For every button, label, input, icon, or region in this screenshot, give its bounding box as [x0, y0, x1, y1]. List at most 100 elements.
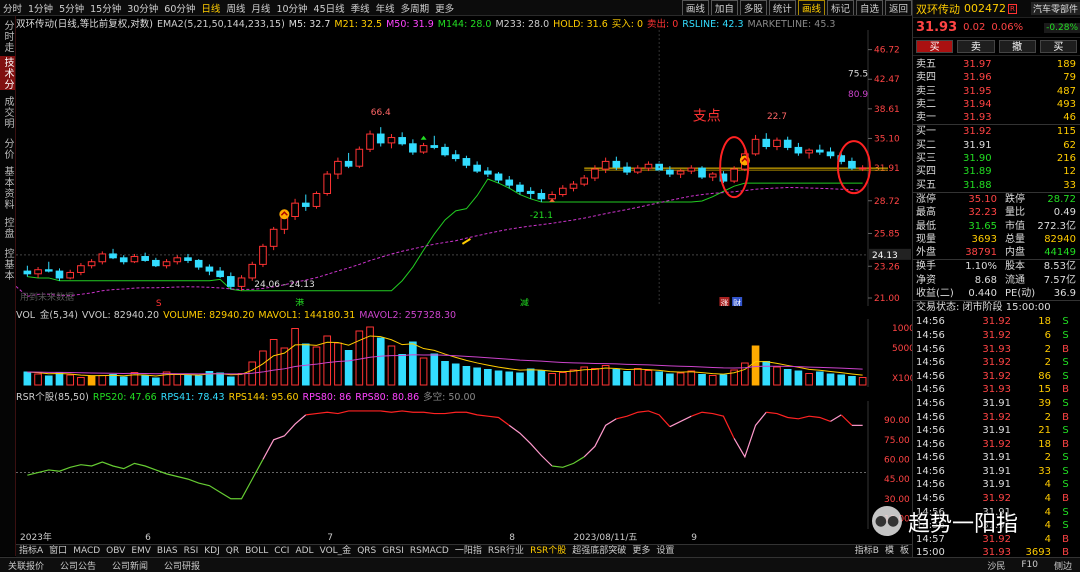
- period-tab[interactable]: 日线: [198, 1, 223, 15]
- candle-body: [484, 170, 492, 175]
- indicator-tab[interactable]: 一阳指: [452, 545, 485, 557]
- indicator-tab[interactable]: 指标A: [16, 545, 46, 557]
- indicator-tab[interactable]: RSR行业: [485, 545, 527, 557]
- stock-tag: R: [1008, 3, 1017, 14]
- rsr-chart[interactable]: 90.0075.0060.0045.0030.0015.00: [16, 401, 912, 529]
- volume-chart[interactable]: 10000 5000 X100: [16, 319, 912, 387]
- status-right-item[interactable]: 侧边: [1046, 559, 1080, 572]
- level-price: 31.89: [963, 166, 992, 178]
- indicator-tab[interactable]: 设置: [653, 545, 677, 557]
- indicator-tab[interactable]: KDJ: [201, 545, 223, 557]
- period-toolbar: 分时 1分钟 5分钟 15分钟 30分钟 60分钟 日线 周线 月线 10分钟 45日线 季线 年线 多周…: [0, 0, 912, 16]
- tick-side: S: [1062, 465, 1069, 477]
- toolbar-button[interactable]: 多股: [739, 0, 767, 15]
- period-tab[interactable]: 45日线: [311, 1, 348, 15]
- toolbar-button[interactable]: 画线: [681, 0, 709, 15]
- tick-volume: 6: [1044, 329, 1051, 341]
- indicator-tab-right[interactable]: 模: [882, 545, 897, 557]
- period-tab[interactable]: 60分钟: [161, 1, 198, 15]
- left-nav-item[interactable]: 控盘: [0, 212, 15, 244]
- left-nav-item[interactable]: 基本资料: [0, 166, 15, 210]
- indicator-tab-right[interactable]: 指标B: [852, 545, 882, 557]
- buy-button-2[interactable]: 买: [1039, 40, 1077, 53]
- indicator-tab[interactable]: 窗口: [46, 545, 70, 557]
- period-tab[interactable]: 30分钟: [124, 1, 161, 15]
- indicator-tab[interactable]: GRSI: [379, 545, 407, 557]
- period-tab[interactable]: 5分钟: [56, 1, 87, 15]
- cancel-button[interactable]: 撤: [998, 40, 1036, 53]
- indicator-tab[interactable]: QR: [223, 545, 242, 557]
- toolbar-button[interactable]: 画线: [797, 0, 825, 15]
- status-link[interactable]: 公司新闻: [104, 559, 156, 572]
- indicator-tab[interactable]: OBV: [103, 545, 128, 557]
- tick-time: 14:56: [916, 411, 945, 423]
- indicator-label: M233: 28.0: [495, 19, 550, 30]
- period-tab[interactable]: 10分钟: [273, 1, 310, 15]
- indicator-tab[interactable]: QRS: [354, 545, 379, 557]
- indicator-tab[interactable]: 更多: [629, 545, 653, 557]
- indicator-tab[interactable]: BOLL: [242, 545, 271, 557]
- volume-bar: [773, 366, 781, 386]
- indicator-tab[interactable]: RSR个股: [527, 545, 569, 557]
- status-right-item[interactable]: F10: [1013, 560, 1046, 570]
- period-tab[interactable]: 分时: [0, 1, 25, 15]
- indicator-tab-right[interactable]: 板: [897, 545, 912, 557]
- indicator-tab[interactable]: MACD: [70, 545, 103, 557]
- indicator-tab[interactable]: ADL: [292, 545, 316, 557]
- indicator-tab[interactable]: BIAS: [154, 545, 181, 557]
- buy-button[interactable]: 买: [916, 40, 954, 53]
- candle-body: [205, 266, 214, 272]
- tick-side: S: [1062, 329, 1069, 341]
- toolbar-button[interactable]: 返回: [884, 0, 912, 15]
- indicator-tab[interactable]: VOL_金: [317, 545, 355, 557]
- volume-bar: [141, 375, 149, 386]
- period-tab[interactable]: 多周期: [398, 1, 433, 15]
- sell-button[interactable]: 卖: [957, 40, 995, 53]
- left-nav-item[interactable]: 成交明细: [0, 92, 15, 132]
- left-nav-item[interactable]: 技术分析: [0, 56, 15, 90]
- tick-price: 31.91: [982, 479, 1011, 491]
- stat-label: 股本: [1005, 261, 1025, 273]
- period-tab[interactable]: 15分钟: [87, 1, 124, 15]
- candle-body: [355, 148, 364, 167]
- status-right-item[interactable]: 沙民: [979, 559, 1013, 572]
- toolbar-button[interactable]: 标记: [826, 0, 854, 15]
- indicator-tab[interactable]: RSI: [181, 545, 202, 557]
- period-tab[interactable]: 1分钟: [25, 1, 56, 15]
- level-price: 31.93: [963, 112, 992, 124]
- tick-row: 14:56 31.92 18 S: [913, 315, 1080, 329]
- indicator-tab[interactable]: CCI: [271, 545, 292, 557]
- candle-body: [419, 145, 428, 153]
- buy-signal-icon[interactable]: [279, 209, 290, 220]
- volume-bar: [858, 377, 867, 386]
- volume-bar: [44, 375, 53, 386]
- tick-side: S: [1062, 397, 1069, 409]
- toolbar-button[interactable]: 加自: [710, 0, 738, 15]
- tick-volume: 3693: [1025, 547, 1051, 557]
- left-nav-item[interactable]: 控基本: [0, 246, 15, 282]
- left-nav-item[interactable]: 分价表: [0, 134, 15, 164]
- candlestick-chart[interactable]: 46.72 42.47 38.61 35.10 31.91 28.72 25.85 23.26…: [16, 30, 912, 306]
- volume-bar: [441, 361, 449, 386]
- indicator-tab[interactable]: RSMACD: [407, 545, 452, 557]
- period-tab[interactable]: 月线: [248, 1, 273, 15]
- tick-side: B: [1062, 384, 1069, 396]
- toolbar-button[interactable]: 统计: [768, 0, 796, 15]
- period-tab[interactable]: 季线: [348, 1, 373, 15]
- sector-name[interactable]: 汽车零部件: [1030, 2, 1080, 15]
- indicator-tab[interactable]: 超强底部突破: [569, 545, 629, 557]
- period-tab[interactable]: 更多: [432, 1, 457, 15]
- status-link[interactable]: 关联报价: [0, 559, 52, 572]
- period-tab[interactable]: 年线: [373, 1, 398, 15]
- candle-body: [773, 139, 781, 148]
- period-tab[interactable]: 周线: [223, 1, 248, 15]
- indicator-tab[interactable]: EMV: [128, 545, 154, 557]
- volume-bar: [184, 374, 192, 386]
- tick-volume: 18: [1038, 438, 1051, 450]
- stat-label: 市值: [1005, 220, 1025, 232]
- event-marker-cai: 财: [733, 298, 741, 306]
- toolbar-button[interactable]: 自选: [855, 0, 883, 15]
- status-link[interactable]: 公司公告: [52, 559, 104, 572]
- status-link[interactable]: 公司研报: [156, 559, 208, 572]
- left-nav-item[interactable]: 分时走势: [0, 18, 15, 54]
